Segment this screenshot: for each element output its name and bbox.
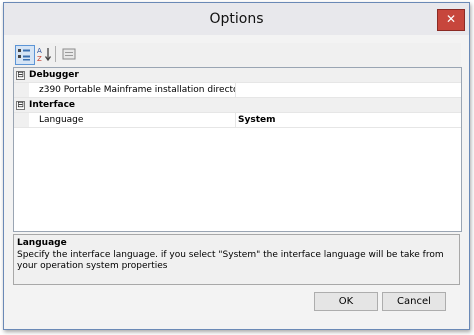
- category-label: Debugger: [29, 70, 79, 80]
- property-value[interactable]: System: [238, 113, 276, 127]
- property-grid: ⊟ Debugger z390 Portable Mainframe insta…: [13, 67, 462, 232]
- window-title: Options: [209, 11, 264, 27]
- ok-button[interactable]: OK: [314, 292, 378, 311]
- property-row-installation-directory[interactable]: z390 Portable Mainframe installation dir…: [14, 83, 461, 98]
- collapse-icon[interactable]: ⊟: [16, 71, 25, 80]
- title-bar[interactable]: Options ✕: [4, 3, 469, 35]
- help-title: Language: [17, 238, 67, 248]
- property-help-panel: Language Specify the interface language.…: [13, 234, 460, 285]
- category-row-debugger[interactable]: ⊟ Debugger: [14, 68, 461, 83]
- category-row-interface[interactable]: ⊟ Interface: [14, 98, 461, 113]
- alphabetical-button[interactable]: A Z: [35, 45, 55, 65]
- close-button[interactable]: ✕: [437, 9, 465, 31]
- property-pages-icon: [62, 48, 76, 60]
- options-dialog: Options ✕ A Z ⊟ Debugger z390 Portable M…: [3, 2, 470, 330]
- help-description: Specify the interface language. if you s…: [17, 250, 444, 271]
- property-row-language[interactable]: Language System: [14, 113, 461, 128]
- property-pages-button[interactable]: [60, 45, 80, 65]
- toolbar-separator: [55, 46, 56, 62]
- property-label: Language: [29, 113, 236, 127]
- property-grid-toolbar: A Z: [13, 43, 461, 67]
- categorized-icon: [18, 49, 30, 61]
- category-label: Interface: [29, 100, 76, 110]
- categorized-button[interactable]: [15, 45, 35, 65]
- collapse-icon[interactable]: ⊟: [16, 101, 25, 110]
- property-label: z390 Portable Mainframe installation dir…: [29, 83, 236, 97]
- svg-text:Z: Z: [37, 55, 42, 62]
- row-gutter: [14, 83, 29, 97]
- svg-text:A: A: [37, 47, 42, 55]
- row-gutter: [14, 113, 29, 127]
- cancel-button[interactable]: Cancel: [382, 292, 446, 311]
- alphabetical-icon: A Z: [37, 47, 52, 63]
